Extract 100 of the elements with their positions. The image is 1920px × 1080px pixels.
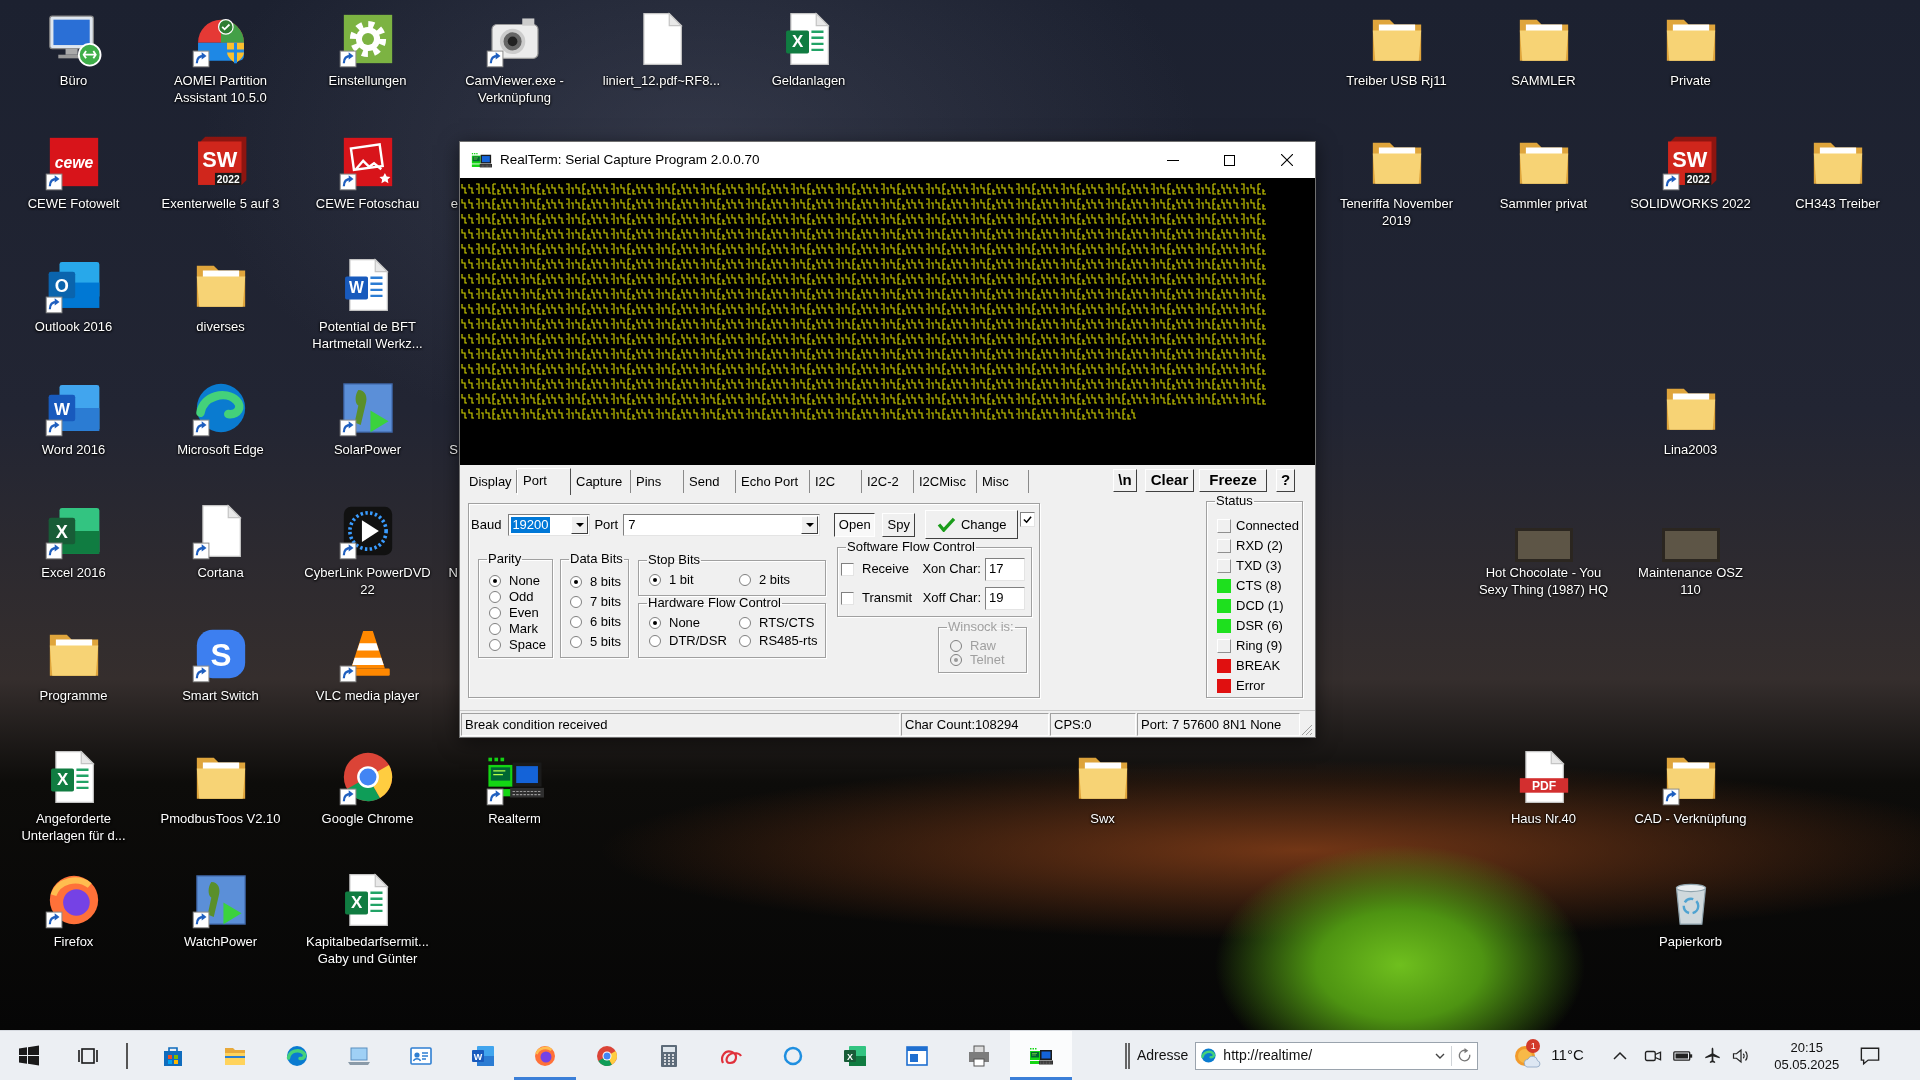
battery-icon[interactable]: [1672, 1050, 1693, 1061]
radio-button[interactable]: [739, 574, 751, 586]
status-label: DCD (1): [1236, 598, 1284, 614]
icon-label: CAD - Verknüpfung: [1634, 810, 1747, 827]
option-label: None: [669, 615, 701, 631]
radio-button[interactable]: [570, 576, 582, 588]
toolbar-button[interactable]: Freeze: [1199, 468, 1267, 492]
toolbar-button[interactable]: ?: [1276, 468, 1295, 492]
clock-date: 05.05.2025: [1774, 1055, 1840, 1073]
status-bar-text: CPS:0: [1050, 713, 1136, 736]
printer-icon[interactable]: [967, 1043, 991, 1068]
option-label: None: [509, 573, 541, 589]
notification-icon[interactable]: [1859, 1045, 1880, 1066]
resize-grip-icon[interactable]: [1301, 724, 1313, 736]
app-window-icon[interactable]: [905, 1043, 929, 1068]
radio-button[interactable]: [739, 617, 751, 629]
toolbar-button[interactable]: \n: [1113, 468, 1137, 492]
icon-label: Potential de BFT Hartmetall Werkz...: [312, 318, 423, 352]
baud-dropdown[interactable]: 19200: [508, 513, 591, 536]
open-button[interactable]: Open: [834, 512, 876, 537]
caret-down-icon[interactable]: [1435, 1052, 1446, 1059]
radio-button[interactable]: [739, 635, 751, 647]
radio-button[interactable]: [649, 574, 661, 586]
checkbox[interactable]: [841, 591, 854, 605]
port-dropdown[interactable]: 7: [623, 513, 821, 536]
radio-button[interactable]: [570, 596, 582, 608]
computer-terminal-icon: [471, 152, 492, 168]
group-title: Status: [1215, 494, 1254, 508]
icon-label: Swx: [1090, 810, 1115, 827]
refresh-icon[interactable]: [1457, 1048, 1473, 1063]
tab[interactable]: Pins: [631, 470, 684, 493]
spy-button[interactable]: Spy: [882, 512, 916, 537]
tab[interactable]: Capture: [571, 470, 631, 493]
window-title: RealTerm: Serial Capture Program 2.0.0.70: [500, 151, 760, 169]
caret-down-icon[interactable]: [805, 522, 814, 527]
caret-down-icon[interactable]: [575, 522, 584, 527]
icon-label: Excel 2016: [41, 564, 106, 581]
change-button[interactable]: Change: [925, 510, 1019, 539]
toolbar-grip-handle[interactable]: [1125, 1042, 1130, 1069]
tab[interactable]: Send: [684, 470, 736, 493]
windows-logo-icon[interactable]: [17, 1043, 41, 1068]
checkbox[interactable]: [841, 562, 854, 576]
icon-label: VLC media player: [315, 687, 420, 704]
tab[interactable]: I2CMisc: [914, 470, 977, 493]
option-label: Space: [509, 637, 546, 653]
group-title: Software Flow Control: [846, 540, 976, 554]
icon-label: Maintenance OSZ 110: [1638, 564, 1743, 598]
status-label: RXD (2): [1236, 538, 1283, 554]
icon-label: diverses: [196, 318, 245, 335]
tab[interactable]: Echo Port: [736, 470, 810, 493]
toolbar-grip-handle[interactable]: [126, 1042, 128, 1069]
speaker-icon[interactable]: [1731, 1046, 1750, 1065]
icon-label: CEWE Fotoschau: [315, 195, 420, 212]
char-input-field[interactable]: 19: [985, 586, 1025, 610]
close-icon[interactable]: [1280, 154, 1293, 166]
icon-label: Smart Switch: [182, 687, 259, 704]
radio-button[interactable]: [489, 575, 501, 587]
status-label: DSR (6): [1236, 618, 1283, 634]
status-bar-text: Break condition received: [461, 713, 900, 736]
radio-button[interactable]: [489, 607, 501, 619]
status-label: BREAK: [1236, 658, 1281, 674]
video-thumbnail[interactable]: [1514, 528, 1573, 562]
taskbar-button[interactable]: W: [452, 1031, 514, 1080]
maximize-icon[interactable]: [1224, 154, 1235, 166]
option-label: Telnet: [970, 652, 1005, 668]
field-label: Baud: [471, 516, 502, 533]
tab[interactable]: Port: [517, 468, 571, 495]
tab[interactable]: I2C: [810, 470, 862, 493]
icon-label: N: [448, 564, 458, 581]
airplane-icon[interactable]: [1703, 1047, 1721, 1064]
minimize-icon[interactable]: [1166, 159, 1179, 161]
tab[interactable]: Misc: [977, 470, 1029, 493]
option-label: DTR/DSR: [669, 633, 727, 649]
icon-label: Angeforderte Unterlagen für d...: [21, 810, 126, 844]
radio-button[interactable]: [649, 635, 661, 647]
radio-button[interactable]: [489, 591, 501, 603]
radio-button[interactable]: [649, 617, 661, 629]
status-bar-text: Port: 7 57600 8N1 None: [1137, 713, 1300, 736]
taskbar-button[interactable]: X: [824, 1031, 886, 1080]
icon-label: Google Chrome: [321, 810, 414, 827]
address-field[interactable]: http://realtime/: [1195, 1041, 1479, 1070]
address-label: Adresse: [1137, 1046, 1189, 1065]
option-label: RS485-rts: [759, 633, 818, 649]
icon-label: Cortana: [197, 564, 244, 581]
taskbar-button[interactable]: [1010, 1031, 1072, 1080]
icon-label: Realterm: [488, 810, 541, 827]
clock-time: 20:15: [1790, 1038, 1824, 1056]
char-input-field[interactable]: 17: [985, 557, 1025, 581]
icon-label: Microsoft Edge: [177, 441, 264, 458]
video-thumbnail[interactable]: [1661, 528, 1720, 562]
icon-label: S: [449, 441, 458, 458]
radio-button[interactable]: [489, 623, 501, 635]
radio-button[interactable]: [570, 616, 582, 628]
option-label: 5 bits: [590, 634, 622, 650]
chevron-up-icon[interactable]: [1612, 1051, 1627, 1060]
radio-button[interactable]: [570, 636, 582, 648]
toolbar-button[interactable]: Clear: [1145, 468, 1194, 492]
checkbox[interactable]: [1020, 512, 1036, 527]
radio-button[interactable]: [489, 639, 501, 651]
tab[interactable]: I2C-2: [862, 470, 914, 493]
